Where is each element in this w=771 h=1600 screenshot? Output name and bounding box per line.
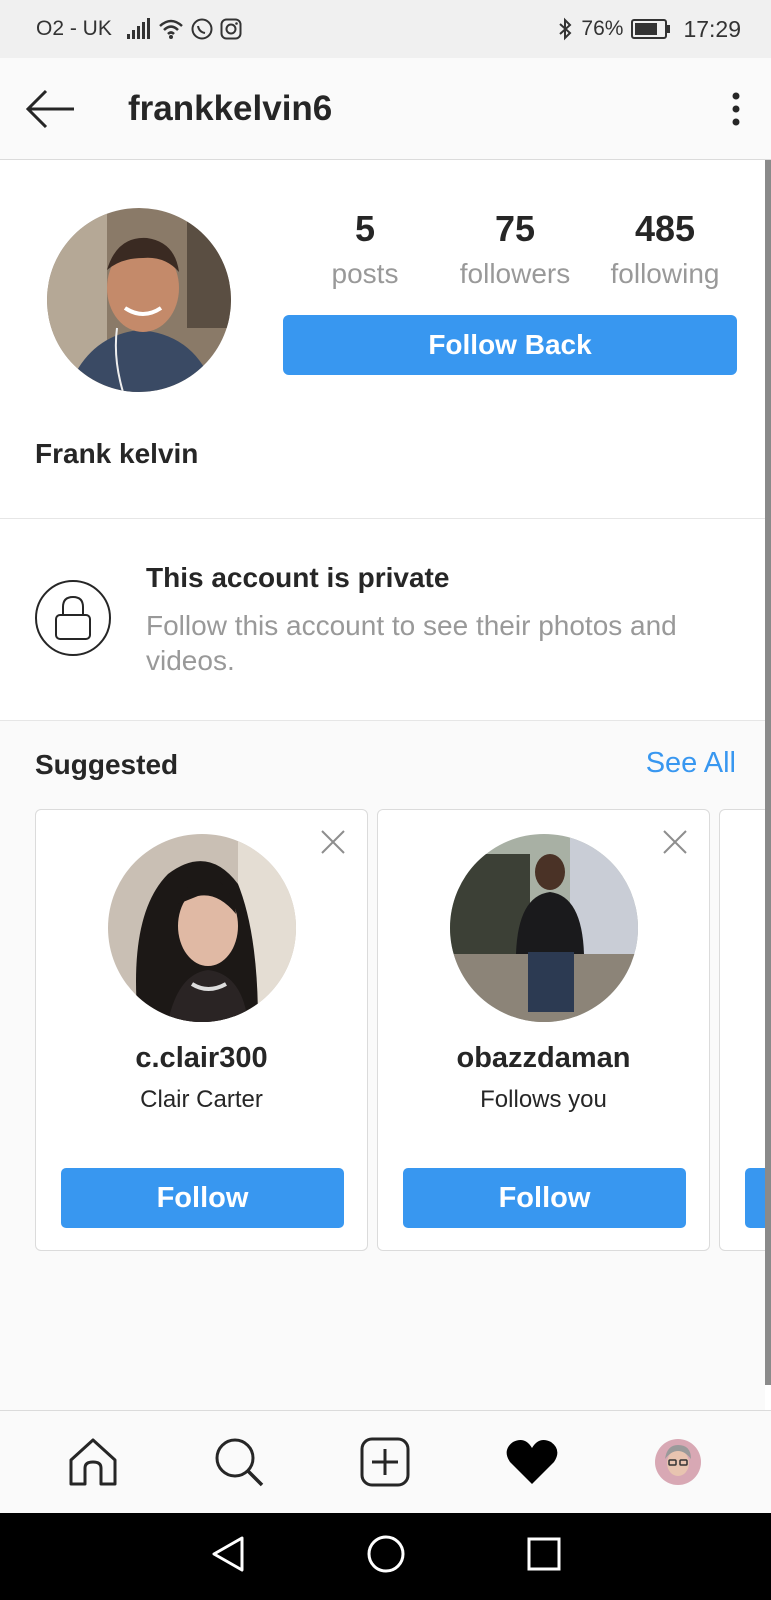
suggested-card: obazzdaman Follows you Follow xyxy=(377,809,710,1251)
wifi-icon xyxy=(159,19,183,39)
dismiss-suggestion-button[interactable] xyxy=(661,828,689,856)
profile-full-name: Frank kelvin xyxy=(35,438,199,469)
follow-back-button[interactable]: Follow Back xyxy=(283,315,737,375)
home-icon xyxy=(69,1438,117,1486)
follow-button[interactable] xyxy=(745,1168,765,1228)
circle-home-icon xyxy=(367,1535,404,1573)
search-icon xyxy=(215,1438,264,1487)
square-recents-icon xyxy=(527,1537,560,1571)
page-title: frankkelvin6 xyxy=(128,89,333,128)
tab-home[interactable] xyxy=(58,1427,128,1497)
battery-icon xyxy=(631,19,671,39)
private-account-subtitle: Follow this account to see their photos … xyxy=(146,610,677,676)
see-all-link[interactable]: See All xyxy=(646,747,736,780)
more-vertical-icon xyxy=(732,92,740,126)
profile-header: frankkelvin6 xyxy=(0,58,771,160)
scrollbar[interactable] xyxy=(765,160,771,1385)
divider xyxy=(0,518,771,519)
tab-profile[interactable] xyxy=(643,1427,713,1497)
bottom-tab-bar xyxy=(0,1410,771,1513)
follow-button[interactable]: Follow xyxy=(61,1168,344,1228)
suggested-avatar[interactable] xyxy=(450,834,638,1022)
bluetooth-icon xyxy=(559,17,572,41)
stat-posts[interactable]: 5 posts xyxy=(290,206,440,296)
suggested-title: Suggested xyxy=(35,749,179,780)
tab-activity[interactable] xyxy=(497,1427,567,1497)
posts-label: posts xyxy=(331,258,399,289)
dismiss-suggestion-button[interactable] xyxy=(319,828,347,856)
signal-icon xyxy=(126,18,150,39)
battery-percent: 76% xyxy=(581,17,624,40)
more-options-button[interactable] xyxy=(721,88,751,130)
add-post-icon xyxy=(360,1437,410,1487)
heart-icon xyxy=(506,1440,558,1484)
profile-stats: 5 posts 75 followers 485 following xyxy=(290,206,740,296)
suggested-username[interactable]: obazzdaman xyxy=(378,1042,709,1075)
suggested-photo xyxy=(108,834,296,1022)
following-count: 485 xyxy=(634,208,696,249)
back-button[interactable] xyxy=(22,86,78,132)
suggested-subtitle: Follows you xyxy=(480,1086,607,1113)
suggested-username[interactable]: c.clair300 xyxy=(36,1042,367,1075)
system-back-button[interactable] xyxy=(210,1534,246,1579)
followers-count: 75 xyxy=(494,208,536,249)
suggested-photo xyxy=(450,834,638,1022)
status-bar: O2 - UK 76% 17:29 xyxy=(0,0,771,58)
stat-followers[interactable]: 75 followers xyxy=(440,206,590,296)
whatsapp-icon xyxy=(191,18,213,40)
tab-add-post[interactable] xyxy=(350,1427,420,1497)
instagram-icon xyxy=(220,18,242,40)
follow-button[interactable]: Follow xyxy=(403,1168,686,1228)
following-label: following xyxy=(610,258,720,289)
suggested-carousel[interactable]: c.clair300 Clair Carter Follow obazzdama… xyxy=(35,809,765,1253)
triangle-back-icon xyxy=(212,1536,243,1572)
private-lock-badge xyxy=(35,580,111,656)
suggested-card-partial xyxy=(719,809,765,1251)
system-navigation-bar xyxy=(0,1513,771,1600)
followers-label: followers xyxy=(459,258,571,289)
stat-following[interactable]: 485 following xyxy=(590,206,740,296)
profile-avatar[interactable] xyxy=(47,208,231,392)
system-recents-button[interactable] xyxy=(526,1536,562,1577)
private-account-title: This account is private xyxy=(146,562,450,593)
clock: 17:29 xyxy=(683,15,741,42)
profile-avatar-icon xyxy=(654,1439,701,1485)
tab-search[interactable] xyxy=(204,1427,274,1497)
profile-photo xyxy=(47,208,231,392)
arrow-left-icon xyxy=(25,89,74,129)
suggested-card: c.clair300 Clair Carter Follow xyxy=(35,809,368,1251)
suggested-subtitle: Clair Carter xyxy=(140,1086,263,1113)
suggested-avatar[interactable] xyxy=(108,834,296,1022)
carrier-name: O2 - UK xyxy=(36,17,112,40)
suggested-section: Suggested See All c.clair300 Clair Carte… xyxy=(0,721,765,1410)
lock-icon xyxy=(55,595,91,640)
posts-count: 5 xyxy=(354,208,376,249)
system-home-button[interactable] xyxy=(366,1534,406,1579)
close-icon xyxy=(321,830,345,854)
profile-content: 5 posts 75 followers 485 following Follo… xyxy=(0,160,771,1410)
close-icon xyxy=(663,830,687,854)
